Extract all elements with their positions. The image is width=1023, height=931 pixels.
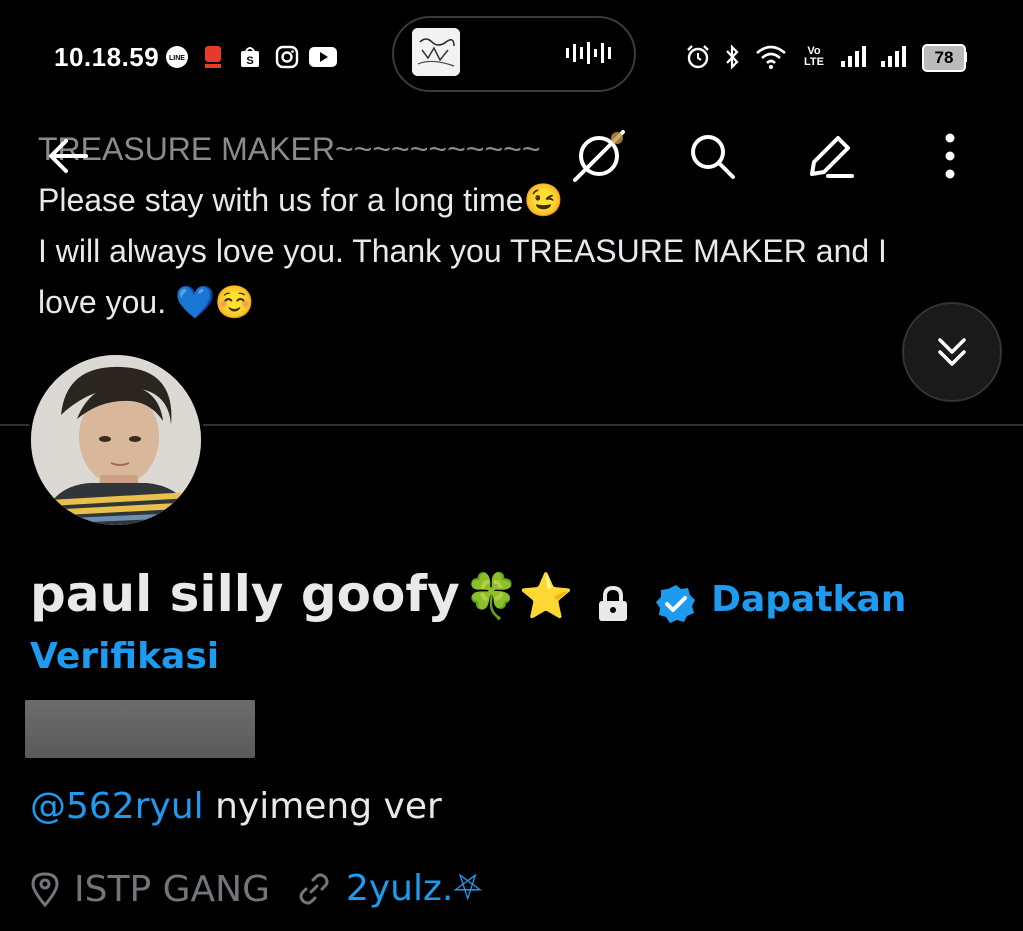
search-icon xyxy=(691,135,735,179)
bluetooth-icon xyxy=(722,44,742,70)
instagram-icon xyxy=(274,44,300,70)
chevrons-down-icon xyxy=(938,338,966,366)
svg-text:LINE: LINE xyxy=(169,55,185,62)
bio-line-3: I will always love you. Thank you TREASU… xyxy=(38,233,887,269)
bio-mention-link[interactable]: @562ryul xyxy=(30,786,204,827)
bio-line-2-text: Please stay with us for a long time xyxy=(38,182,524,218)
name-emojis: 🍀⭐ xyxy=(464,572,574,621)
bio-line-4-text: love you. xyxy=(38,284,167,320)
edit-icon xyxy=(810,136,854,178)
profile-meta: ISTP GANG 2yulz.⛧ xyxy=(30,868,482,910)
youtube-icon xyxy=(308,44,338,70)
website-link[interactable]: 2yulz.⛧ xyxy=(346,868,482,910)
battery-level: 78 xyxy=(922,44,966,72)
signal-1-icon xyxy=(838,44,872,70)
lock-icon xyxy=(596,585,630,628)
avatar[interactable] xyxy=(28,352,204,528)
wink-emoji: 😉 xyxy=(523,182,564,218)
more-vertical-icon xyxy=(945,133,955,179)
profile-name-row: paul silly goofy 🍀⭐ Dapatkan xyxy=(30,565,1010,630)
search-button[interactable] xyxy=(684,128,740,184)
battery-nub xyxy=(964,52,967,62)
display-name: paul silly goofy xyxy=(30,565,460,623)
now-playing-thumbnail xyxy=(412,28,460,76)
more-options-button[interactable] xyxy=(926,128,974,184)
bio-line-4: love you. 💙☺️ xyxy=(38,277,978,328)
compose-button[interactable] xyxy=(802,128,858,184)
arrow-left-icon xyxy=(49,139,88,173)
svg-text:S: S xyxy=(246,55,253,67)
volte-label: Vo LTE xyxy=(804,45,824,68)
wallet-app-icon xyxy=(202,44,224,70)
line-app-icon: LINE xyxy=(164,44,190,70)
wifi-icon xyxy=(754,44,788,70)
redacted-handle xyxy=(25,700,255,758)
status-time: 10.18.59 xyxy=(54,42,160,72)
location-text: ISTP GANG xyxy=(74,868,270,910)
scroll-down-button[interactable] xyxy=(902,302,1002,402)
volte-indicator: Vo LTE xyxy=(796,44,832,70)
heart-smile-emoji: 💙☺️ xyxy=(174,284,255,320)
link-icon xyxy=(296,871,332,907)
location-pin-icon xyxy=(30,871,60,907)
get-verified-link-part1[interactable]: Dapatkan xyxy=(711,579,906,620)
audio-waveform-icon xyxy=(566,42,611,64)
verified-badge-icon[interactable] xyxy=(655,583,697,630)
bio-text: nyimeng ver xyxy=(203,786,442,827)
shopee-icon: S xyxy=(238,44,262,70)
alarm-icon xyxy=(684,44,712,70)
get-verified-link-part2[interactable]: Verifikasi xyxy=(30,636,219,677)
grok-button[interactable] xyxy=(566,128,632,184)
bio-line-1-text: TREASURE MAKER~~~~~~~~~~~ xyxy=(38,131,541,167)
profile-bio: @562ryul nyimeng ver xyxy=(30,786,442,827)
avatar-photo xyxy=(31,355,201,525)
grok-icon xyxy=(573,130,625,182)
signal-2-icon xyxy=(878,44,912,70)
back-button[interactable] xyxy=(40,128,96,184)
